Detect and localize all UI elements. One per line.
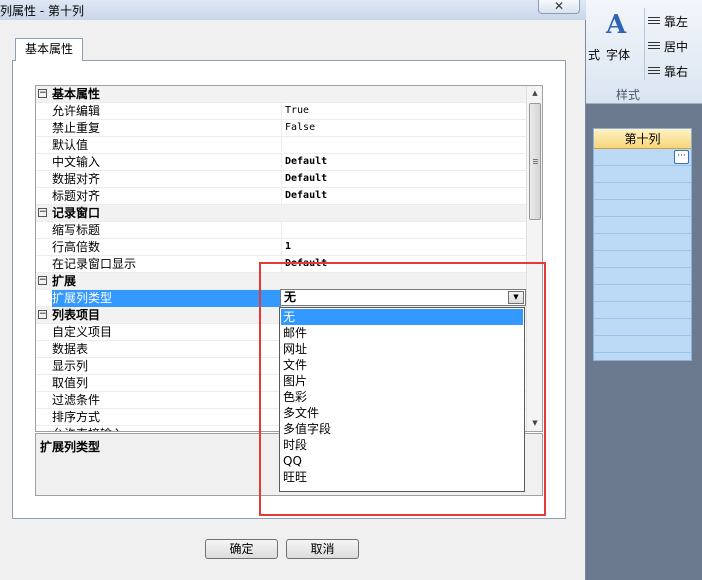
property-label: 缩写标题 [52, 223, 101, 237]
cancel-button[interactable]: 取消 [286, 539, 359, 559]
property-label: 默认值 [52, 138, 89, 152]
column-divider [281, 188, 282, 205]
property-row[interactable]: 标题对齐 Default [36, 188, 526, 205]
collapse-icon[interactable]: − [38, 208, 47, 217]
grid-row[interactable] [594, 200, 691, 217]
property-value[interactable]: Default [285, 154, 525, 171]
align-right-label: 靠右 [664, 65, 689, 79]
property-label: 数据表 [52, 342, 89, 356]
grid-row[interactable] [594, 217, 691, 234]
close-button[interactable]: ✕ [538, 0, 580, 14]
property-label: 取值列 [52, 376, 89, 390]
tab-basic-properties[interactable]: 基本属性 [15, 38, 83, 61]
grid-row[interactable] [594, 336, 691, 353]
property-label: 中文输入 [52, 155, 101, 169]
font-icon[interactable]: A [606, 10, 626, 40]
scroll-up-icon[interactable]: ▲ [527, 86, 542, 101]
ribbon: 式 A 字体 靠左 居中 靠右 样式 [586, 0, 702, 104]
description-title: 扩展列类型 [40, 440, 101, 454]
title-bar[interactable]: 列属性 - 第十列 ✕ [0, 0, 586, 20]
property-value[interactable]: True [285, 103, 525, 120]
column-divider [281, 137, 282, 154]
highlight-box [259, 262, 546, 516]
property-value[interactable]: 1 [285, 239, 525, 256]
ribbon-partial-label: 式 [588, 48, 601, 62]
column-header[interactable]: 第十列 [594, 129, 691, 149]
property-label: 自定义项目 [52, 325, 113, 339]
category-label: 扩展 [52, 274, 77, 288]
collapse-icon[interactable]: − [38, 89, 47, 98]
align-left-button[interactable]: 靠左 [648, 13, 688, 30]
column-divider [281, 222, 282, 239]
property-label: 禁止重复 [52, 121, 101, 135]
property-value[interactable]: Default [285, 171, 525, 188]
property-row[interactable]: 默认值 [36, 137, 526, 154]
property-row[interactable]: 允许编辑 True [36, 103, 526, 120]
column-divider [281, 154, 282, 171]
ribbon-group-label: 样式 [616, 88, 641, 102]
ribbon-separator [644, 8, 645, 80]
property-value[interactable] [285, 222, 525, 239]
category-label: 记录窗口 [52, 206, 101, 220]
property-label: 扩展列类型 [52, 290, 281, 307]
align-right-icon [648, 67, 660, 76]
property-value[interactable] [285, 137, 525, 154]
column-divider [281, 103, 282, 120]
background-grid: 第十列 ··· [593, 128, 692, 361]
property-value[interactable]: Default [285, 188, 525, 205]
property-label: 在记录窗口显示 [52, 257, 137, 271]
close-icon: ✕ [553, 0, 565, 13]
property-row[interactable]: 数据对齐 Default [36, 171, 526, 188]
column-properties-dialog: 列属性 - 第十列 ✕ 基本属性 − 基本属性 允许编辑 True 禁止重复 False 默… [0, 0, 586, 580]
align-left-label: 靠左 [664, 15, 689, 29]
grid-row[interactable] [594, 234, 691, 251]
grid-row[interactable] [594, 251, 691, 268]
grid-row[interactable] [594, 285, 691, 302]
property-row[interactable]: 行高倍数 1 [36, 239, 526, 256]
property-value[interactable]: False [285, 120, 525, 137]
property-label: 行高倍数 [52, 240, 101, 254]
align-center-button[interactable]: 居中 [648, 38, 688, 55]
property-label: 标题对齐 [52, 189, 101, 203]
grid-row[interactable] [594, 319, 691, 336]
grid-row[interactable] [594, 183, 691, 200]
collapse-icon[interactable]: − [38, 310, 47, 319]
ok-button[interactable]: 确定 [205, 539, 278, 559]
window-title: 列属性 - 第十列 [0, 4, 84, 18]
align-right-button[interactable]: 靠右 [648, 63, 688, 80]
property-label: 数据对齐 [52, 172, 101, 186]
property-label: 过滤条件 [52, 393, 101, 407]
column-divider [281, 239, 282, 256]
property-label: 允许直接输入 [52, 426, 281, 431]
property-label: 允许编辑 [52, 104, 101, 118]
category-label: 列表项目 [52, 308, 101, 322]
align-center-label: 居中 [664, 40, 689, 54]
collapse-icon[interactable]: − [38, 276, 47, 285]
category-row[interactable]: − 记录窗口 [36, 205, 526, 222]
ellipsis-button[interactable]: ··· [674, 150, 689, 164]
property-label: 显示列 [52, 359, 89, 373]
column-divider [281, 120, 282, 137]
grid-row[interactable] [594, 166, 691, 183]
column-divider [281, 171, 282, 188]
category-label: 基本属性 [52, 87, 101, 101]
grid-row[interactable] [594, 302, 691, 319]
grid-row[interactable] [594, 268, 691, 285]
grid-row[interactable]: ··· [594, 149, 691, 166]
scrollbar-thumb[interactable] [529, 103, 541, 220]
property-row[interactable]: 缩写标题 [36, 222, 526, 239]
font-button-label[interactable]: 字体 [606, 46, 630, 63]
property-label: 排序方式 [52, 410, 101, 424]
category-row[interactable]: − 基本属性 [36, 86, 526, 103]
property-row[interactable]: 中文输入 Default [36, 154, 526, 171]
align-center-icon [648, 42, 660, 51]
align-left-icon [648, 17, 660, 26]
property-row[interactable]: 禁止重复 False [36, 120, 526, 137]
